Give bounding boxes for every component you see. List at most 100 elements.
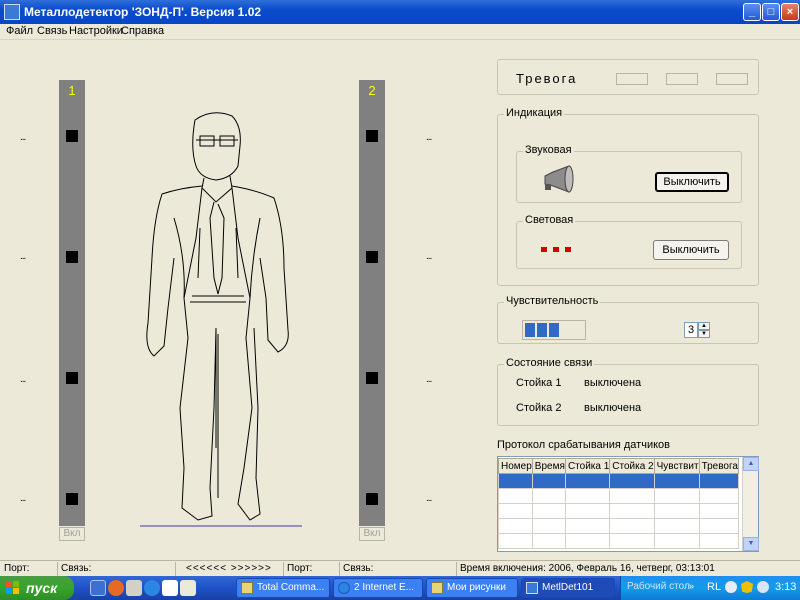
log-scrollbar[interactable]: ▲ ▼ bbox=[742, 457, 759, 551]
sensitivity-title: Чувствительность bbox=[504, 295, 601, 307]
spin-down-button[interactable]: ▼ bbox=[698, 330, 710, 338]
table-row[interactable] bbox=[498, 518, 740, 534]
status-link-label: Связь: bbox=[61, 563, 92, 574]
sensitivity-group: Чувствительность 3 ▲ ▼ bbox=[497, 295, 759, 344]
menu-bar: Файл Связь Настройки Справка bbox=[0, 24, 800, 40]
indication-title: Индикация bbox=[504, 107, 565, 119]
alarm-indicator bbox=[616, 73, 648, 85]
column-2-on-button[interactable]: Вкл bbox=[359, 527, 385, 541]
detector-column-1: 1 bbox=[59, 80, 85, 526]
minimize-button[interactable]: _ bbox=[743, 3, 761, 21]
folder-icon bbox=[241, 582, 253, 594]
stand-1-label: Стойка 1 bbox=[516, 377, 562, 389]
speaker-icon bbox=[544, 165, 574, 193]
connection-group: Состояние связи Стойка 1 выключена Стойк… bbox=[497, 357, 759, 426]
system-tray: Рабочий стол » RL 3:13 bbox=[620, 576, 800, 600]
log-col-alarm[interactable]: Тревога bbox=[698, 458, 740, 474]
start-button[interactable]: пуск bbox=[0, 576, 74, 600]
sound-title: Звуковая bbox=[523, 144, 574, 156]
shield-icon[interactable] bbox=[741, 581, 753, 593]
light-title: Световая bbox=[523, 214, 576, 226]
log-col-stand-2[interactable]: Стойка 2 bbox=[609, 458, 655, 474]
sound-off-button[interactable]: Выключить bbox=[655, 172, 729, 192]
zone-marker: ... bbox=[426, 374, 432, 385]
network-icon[interactable] bbox=[725, 581, 737, 593]
table-row[interactable] bbox=[498, 533, 740, 549]
folder-icon bbox=[431, 582, 443, 594]
app-icon[interactable] bbox=[126, 580, 142, 596]
title-bar[interactable]: Металлодетектор 'ЗОНД-П'. Версия 1.02 _ … bbox=[0, 0, 800, 24]
menu-help[interactable]: Справка bbox=[121, 25, 164, 37]
sensitivity-segment bbox=[537, 323, 547, 337]
light-led bbox=[565, 247, 571, 252]
task-label: Мои рисунки bbox=[447, 582, 506, 593]
maximize-button[interactable]: □ bbox=[762, 3, 780, 21]
sound-group: Звуковая Выключить bbox=[516, 144, 742, 203]
stand-2-label: Стойка 2 bbox=[516, 402, 562, 414]
app-icon[interactable] bbox=[180, 580, 196, 596]
log-title: Протокол срабатывания датчиков bbox=[497, 439, 670, 451]
light-off-button[interactable]: Выключить bbox=[653, 240, 729, 260]
clock: 3:13 bbox=[775, 581, 797, 593]
app-icon bbox=[526, 582, 538, 594]
menu-connection[interactable]: Связь bbox=[37, 25, 67, 37]
status-arrows: <<<<<< >>>>>> bbox=[186, 563, 272, 574]
sensor-indicator bbox=[366, 130, 378, 142]
task-my-pictures[interactable]: Мои рисунки bbox=[426, 578, 518, 598]
sensitivity-value[interactable]: 3 bbox=[684, 322, 698, 338]
task-total-commander[interactable]: Total Comma... bbox=[236, 578, 330, 598]
sensor-indicator bbox=[66, 372, 78, 384]
connection-title: Состояние связи bbox=[504, 357, 595, 369]
start-label: пуск bbox=[26, 580, 58, 596]
scroll-up-icon[interactable]: ▲ bbox=[743, 457, 759, 471]
status-link-label-2: Связь: bbox=[343, 563, 374, 574]
language-indicator[interactable]: RL bbox=[707, 581, 721, 593]
person-illustration bbox=[140, 112, 302, 527]
app-icon[interactable] bbox=[162, 580, 178, 596]
task-label: 2 Internet E... bbox=[354, 582, 415, 593]
log-col-number[interactable]: Номер bbox=[498, 458, 533, 474]
log-col-stand-1[interactable]: Стойка 1 bbox=[564, 458, 611, 474]
light-led bbox=[553, 247, 559, 252]
column-1-on-button[interactable]: Вкл bbox=[59, 527, 85, 541]
task-internet-explorer[interactable]: 2 Internet E... bbox=[333, 578, 423, 598]
scroll-down-icon[interactable]: ▼ bbox=[743, 537, 759, 551]
indication-group: Индикация Звуковая Выключить Световая Вы… bbox=[497, 107, 759, 286]
log-col-sensitivity[interactable]: Чувствит bbox=[653, 458, 700, 474]
menu-settings[interactable]: Настройки bbox=[69, 25, 123, 37]
internet-explorer-icon[interactable] bbox=[144, 580, 160, 596]
zone-marker: ... bbox=[20, 132, 26, 143]
table-row[interactable] bbox=[498, 488, 740, 504]
sensor-indicator bbox=[366, 372, 378, 384]
status-port-label: Порт: bbox=[4, 563, 30, 574]
firefox-icon[interactable] bbox=[108, 580, 124, 596]
light-led bbox=[541, 247, 547, 252]
task-metldet[interactable]: MetlDet101 bbox=[521, 578, 615, 598]
sensor-indicator bbox=[66, 130, 78, 142]
window-title: Металлодетектор 'ЗОНД-П'. Версия 1.02 bbox=[24, 5, 262, 19]
sensitivity-segment bbox=[549, 323, 559, 337]
table-row[interactable] bbox=[498, 503, 740, 519]
sensor-indicator bbox=[366, 493, 378, 505]
desktop-toolbar[interactable]: Рабочий стол bbox=[627, 581, 690, 592]
zone-marker: ... bbox=[20, 251, 26, 262]
app-icon bbox=[4, 4, 20, 20]
log-col-time[interactable]: Время bbox=[531, 458, 566, 474]
sensitivity-segment bbox=[525, 323, 535, 337]
spin-up-button[interactable]: ▲ bbox=[698, 322, 710, 330]
volume-icon[interactable] bbox=[757, 581, 769, 593]
menu-file[interactable]: Файл bbox=[6, 25, 33, 37]
chevron-icon[interactable]: » bbox=[689, 581, 694, 591]
close-button[interactable]: × bbox=[781, 3, 799, 21]
quicklaunch-app-icon[interactable] bbox=[90, 580, 106, 596]
light-group: Световая Выключить bbox=[516, 214, 742, 269]
main-window: Металлодетектор 'ЗОНД-П'. Версия 1.02 _ … bbox=[0, 0, 800, 576]
column-number: 1 bbox=[68, 83, 76, 98]
alarm-panel: Тревога bbox=[497, 59, 759, 95]
internet-explorer-icon bbox=[338, 582, 350, 594]
stand-2-state: выключена bbox=[584, 402, 642, 414]
alarm-label: Тревога bbox=[516, 71, 578, 86]
log-table: Номер Время Стойка 1 Стойка 2 Чувствит Т… bbox=[498, 458, 740, 549]
windows-logo-icon bbox=[6, 581, 19, 594]
table-row[interactable] bbox=[498, 473, 740, 489]
